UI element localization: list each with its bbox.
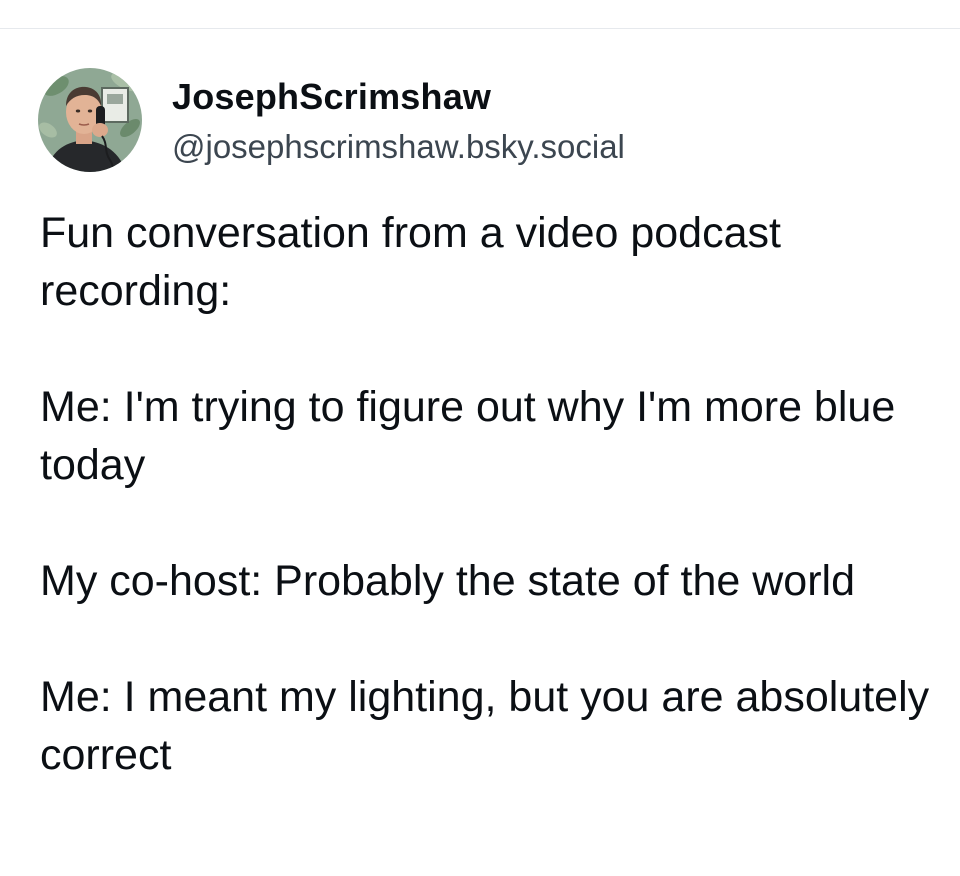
- post: JosephScrimshaw @josephscrimshaw.bsky.so…: [0, 0, 960, 876]
- post-paragraph: Fun conversation from a video podcast re…: [40, 209, 781, 315]
- avatar[interactable]: [38, 68, 142, 172]
- post-paragraph: Me: I'm trying to figure out why I'm mor…: [40, 383, 896, 489]
- post-body: Fun conversation from a video podcast re…: [40, 204, 930, 784]
- avatar-image: [38, 68, 142, 172]
- post-paragraph: My co-host: Probably the state of the wo…: [40, 557, 856, 605]
- post-paragraph: Me: I meant my lighting, but you are abs…: [40, 673, 930, 779]
- author-handle[interactable]: @josephscrimshaw.bsky.social: [172, 128, 625, 166]
- author-display-name[interactable]: JosephScrimshaw: [172, 76, 491, 118]
